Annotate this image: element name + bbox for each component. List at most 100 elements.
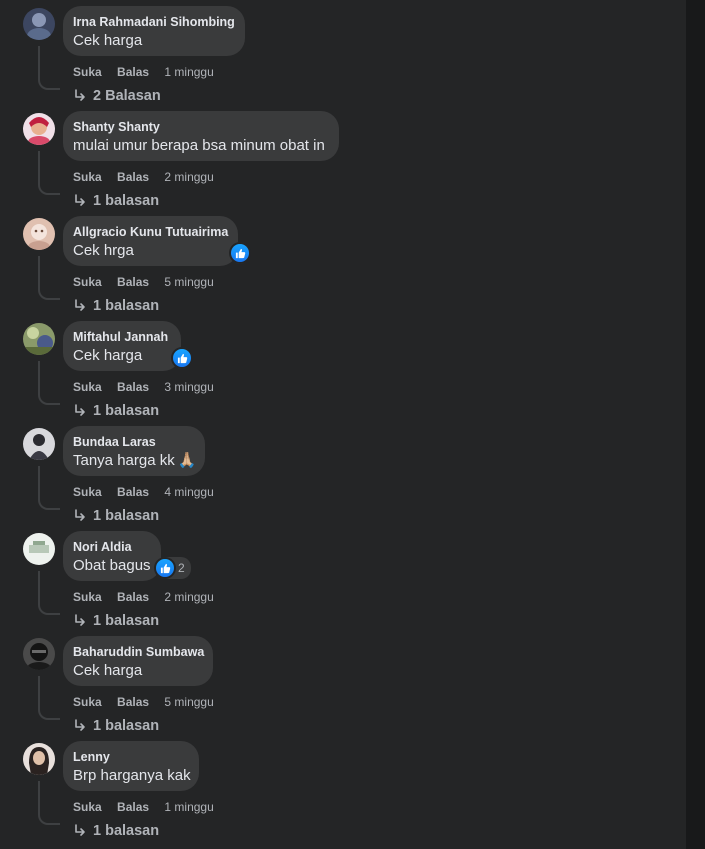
comment-actions: Suka Balas 1 minggu <box>73 800 214 814</box>
comment-text: Cek harga <box>73 347 143 364</box>
comment-author[interactable]: Allgracio Kunu Tutuairima <box>73 225 228 239</box>
thread-line <box>38 676 60 720</box>
comment-timestamp[interactable]: 4 minggu <box>164 485 213 499</box>
like-button[interactable]: Suka <box>73 695 102 709</box>
avatar[interactable] <box>23 638 55 670</box>
reply-arrow-icon <box>73 614 87 628</box>
reply-arrow-icon <box>73 299 87 313</box>
avatar-image <box>23 743 55 775</box>
avatar[interactable] <box>23 533 55 565</box>
comment-author[interactable]: Nori Aldia <box>73 540 149 554</box>
avatar-image <box>23 323 55 355</box>
comment-bubble: Nori Aldia Obat bagus <box>63 531 161 581</box>
comment-timestamp[interactable]: 2 minggu <box>164 170 213 184</box>
comment-item: Baharuddin Sumbawa Cek harga Suka Balas … <box>0 636 686 741</box>
comment-timestamp[interactable]: 5 minggu <box>164 695 213 709</box>
comment-author[interactable]: Irna Rahmadani Sihombing <box>73 15 235 29</box>
view-replies-button[interactable]: 1 balasan <box>73 403 159 419</box>
comment-item: Nori Aldia Obat bagus 2 Suka Balas 2 min… <box>0 531 686 636</box>
comment-actions: Suka Balas 2 minggu <box>73 170 214 184</box>
reply-arrow-icon <box>73 194 87 208</box>
thread-line <box>38 361 60 405</box>
avatar[interactable] <box>23 428 55 460</box>
replies-count-label: 1 balasan <box>93 823 160 839</box>
comment-item: Allgracio Kunu Tutuairima Cek hrga Suka … <box>0 216 686 321</box>
like-button[interactable]: Suka <box>73 485 102 499</box>
replies-count-label: 1 balasan <box>93 193 160 209</box>
reply-button[interactable]: Balas <box>117 275 149 289</box>
like-button[interactable]: Suka <box>73 65 102 79</box>
like-button[interactable]: Suka <box>73 275 102 289</box>
view-replies-button[interactable]: 1 balasan <box>73 613 159 629</box>
comment-text: Cek harga <box>73 662 143 679</box>
comment-item: Irna Rahmadani Sihombing Cek harga Suka … <box>0 6 686 111</box>
avatar[interactable] <box>23 743 55 775</box>
replies-count-label: 2 Balasan <box>93 88 161 104</box>
comment-author[interactable]: Lenny <box>73 750 187 764</box>
view-replies-button[interactable]: 1 balasan <box>73 718 159 734</box>
comment-timestamp[interactable]: 2 minggu <box>164 590 213 604</box>
thumbs-up-icon <box>156 559 174 577</box>
reaction-badge[interactable] <box>230 242 250 264</box>
thread-line <box>38 151 60 195</box>
reaction-badge[interactable]: 2 <box>155 557 191 579</box>
view-replies-button[interactable]: 1 balasan <box>73 193 159 209</box>
reply-button[interactable]: Balas <box>117 65 149 79</box>
comment-actions: Suka Balas 3 minggu <box>73 380 214 394</box>
avatar-image <box>23 428 55 460</box>
comment-text: Tanya harga kk 🙏🏼 <box>73 452 196 470</box>
reply-arrow-icon <box>73 509 87 523</box>
comment-actions: Suka Balas 2 minggu <box>73 590 214 604</box>
reply-button[interactable]: Balas <box>117 485 149 499</box>
reply-button[interactable]: Balas <box>117 695 149 709</box>
avatar[interactable] <box>23 8 55 40</box>
view-replies-button[interactable]: 1 balasan <box>73 298 159 314</box>
replies-count-label: 1 balasan <box>93 718 160 734</box>
reply-button[interactable]: Balas <box>117 380 149 394</box>
replies-count-label: 1 balasan <box>93 298 160 314</box>
thumbs-up-icon <box>173 349 191 367</box>
comment-author[interactable]: Shanty Shanty <box>73 120 327 134</box>
comment-timestamp[interactable]: 1 minggu <box>164 800 213 814</box>
comment-author[interactable]: Bundaa Laras <box>73 435 193 449</box>
like-button[interactable]: Suka <box>73 170 102 184</box>
avatar-image <box>23 533 55 565</box>
replies-count-label: 1 balasan <box>93 403 160 419</box>
comment-author[interactable]: Miftahul Jannah <box>73 330 169 344</box>
reply-arrow-icon <box>73 89 87 103</box>
praying-hands-emoji: 🙏🏼 <box>177 452 197 469</box>
thumbs-up-icon <box>231 244 249 262</box>
comment-bubble: Shanty Shanty mulai umur berapa bsa minu… <box>63 111 339 161</box>
avatar[interactable] <box>23 323 55 355</box>
avatar-image <box>23 113 55 145</box>
comment-bubble: Baharuddin Sumbawa Cek harga <box>63 636 213 686</box>
comment-item: Shanty Shanty mulai umur berapa bsa minu… <box>0 111 686 216</box>
like-button[interactable]: Suka <box>73 800 102 814</box>
comment-actions: Suka Balas 4 minggu <box>73 485 214 499</box>
like-button[interactable]: Suka <box>73 590 102 604</box>
replies-count-label: 1 balasan <box>93 508 160 524</box>
comment-item: Miftahul Jannah Cek harga Suka Balas 3 m… <box>0 321 686 426</box>
reaction-badge[interactable] <box>172 347 192 369</box>
avatar[interactable] <box>23 113 55 145</box>
reply-arrow-icon <box>73 404 87 418</box>
reply-button[interactable]: Balas <box>117 590 149 604</box>
avatar[interactable] <box>23 218 55 250</box>
like-button[interactable]: Suka <box>73 380 102 394</box>
view-replies-button[interactable]: 1 balasan <box>73 508 159 524</box>
thread-line <box>38 571 60 615</box>
view-replies-button[interactable]: 2 Balasan <box>73 88 161 104</box>
comment-text: mulai umur berapa bsa minum obat in <box>73 137 325 154</box>
comment-actions: Suka Balas 5 minggu <box>73 275 214 289</box>
comment-text: Cek hrga <box>73 242 134 259</box>
comment-timestamp[interactable]: 1 minggu <box>164 65 213 79</box>
reply-button[interactable]: Balas <box>117 800 149 814</box>
avatar-image <box>23 218 55 250</box>
comment-author[interactable]: Baharuddin Sumbawa <box>73 645 204 659</box>
reply-button[interactable]: Balas <box>117 170 149 184</box>
comment-timestamp[interactable]: 3 minggu <box>164 380 213 394</box>
view-replies-button[interactable]: 1 balasan <box>73 823 159 839</box>
comment-bubble: Bundaa Laras Tanya harga kk 🙏🏼 <box>63 426 205 476</box>
comment-timestamp[interactable]: 5 minggu <box>164 275 213 289</box>
comment-bubble: Miftahul Jannah Cek harga <box>63 321 181 371</box>
